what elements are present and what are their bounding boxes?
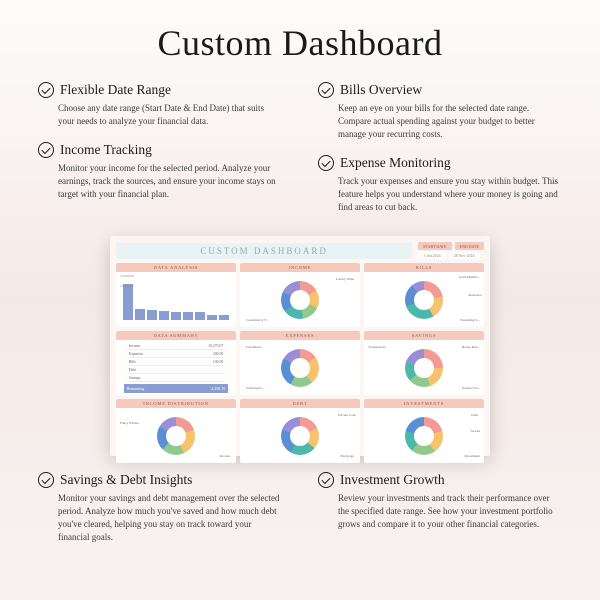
check-icon xyxy=(38,472,54,488)
feature-desc: Track your expenses and ensure you stay … xyxy=(318,175,562,214)
card-income: INCOMELottery WinsConsultancy F... xyxy=(240,263,360,327)
card-bills: BILLSGym Membe...InsuranceStreaming S... xyxy=(364,263,484,327)
bar-chart xyxy=(121,280,231,320)
feature-desc: Choose any date range (Start Date & End … xyxy=(38,102,282,128)
feature-heading: Bills Overview xyxy=(340,82,422,98)
feature-desc: Monitor your income for the selected per… xyxy=(38,162,282,201)
end-date-value: 28 Nov 2024 xyxy=(449,252,480,259)
feature-desc: Review your investments and track their … xyxy=(318,492,562,531)
feature-desc: Keep an eye on your bills for the select… xyxy=(318,102,562,141)
check-icon xyxy=(318,472,334,488)
screenshot-title: CUSTOM DASHBOARD xyxy=(116,243,412,259)
dashboard-screenshot: CUSTOM DASHBOARD START DATE END DATE 1 Ja… xyxy=(110,236,490,456)
end-date-label: END DATE xyxy=(455,242,484,250)
check-icon xyxy=(318,155,334,171)
card-income-distribution: INCOME DISTRIBUTIONFancy Exam...Income xyxy=(116,399,236,463)
feature-heading: Flexible Date Range xyxy=(60,82,171,98)
feature-desc: Monitor your savings and debt management… xyxy=(38,492,282,544)
start-date-label: START DATE xyxy=(418,242,451,250)
feature-expense-monitoring: Expense Monitoring Track your expenses a… xyxy=(318,155,562,214)
card-investments: INVESTMENTSGiftsStocksInvestment xyxy=(364,399,484,463)
card-savings: SAVINGSTransportati...House Ren...Genera… xyxy=(364,331,484,395)
feature-income-tracking: Income Tracking Monitor your income for … xyxy=(38,142,282,201)
feature-heading: Expense Monitoring xyxy=(340,155,451,171)
feature-investment-growth: Investment Growth Review your investment… xyxy=(318,472,562,531)
card-expenses: EXPENSESFun Mone...Subscriptio... xyxy=(240,331,360,395)
card-data-summary: DATA SUMMARYIncome10,270.07Expenses200.0… xyxy=(116,331,236,395)
feature-flexible-date-range: Flexible Date Range Choose any date rang… xyxy=(38,82,282,128)
check-icon xyxy=(38,82,54,98)
start-date-value: 1 Jan 2024 xyxy=(418,252,445,259)
feature-savings-debt: Savings & Debt Insights Monitor your sav… xyxy=(38,472,282,544)
check-icon xyxy=(38,142,54,158)
card-debt: DEBTPrivate LoanMortgage xyxy=(240,399,360,463)
top-feature-columns: Flexible Date Range Choose any date rang… xyxy=(38,82,562,228)
summary-table: Income10,270.07Expenses200.00Bills100.00… xyxy=(127,342,226,382)
feature-heading: Savings & Debt Insights xyxy=(60,472,192,488)
feature-bills-overview: Bills Overview Keep an eye on your bills… xyxy=(318,82,562,141)
feature-heading: Investment Growth xyxy=(340,472,445,488)
card-data-analysis: DATA ANALYSIS12,000.0010,000.00 xyxy=(116,263,236,327)
bottom-feature-columns: Savings & Debt Insights Monitor your sav… xyxy=(38,472,562,558)
check-icon xyxy=(318,82,334,98)
feature-heading: Income Tracking xyxy=(60,142,152,158)
page-title: Custom Dashboard xyxy=(38,22,562,64)
